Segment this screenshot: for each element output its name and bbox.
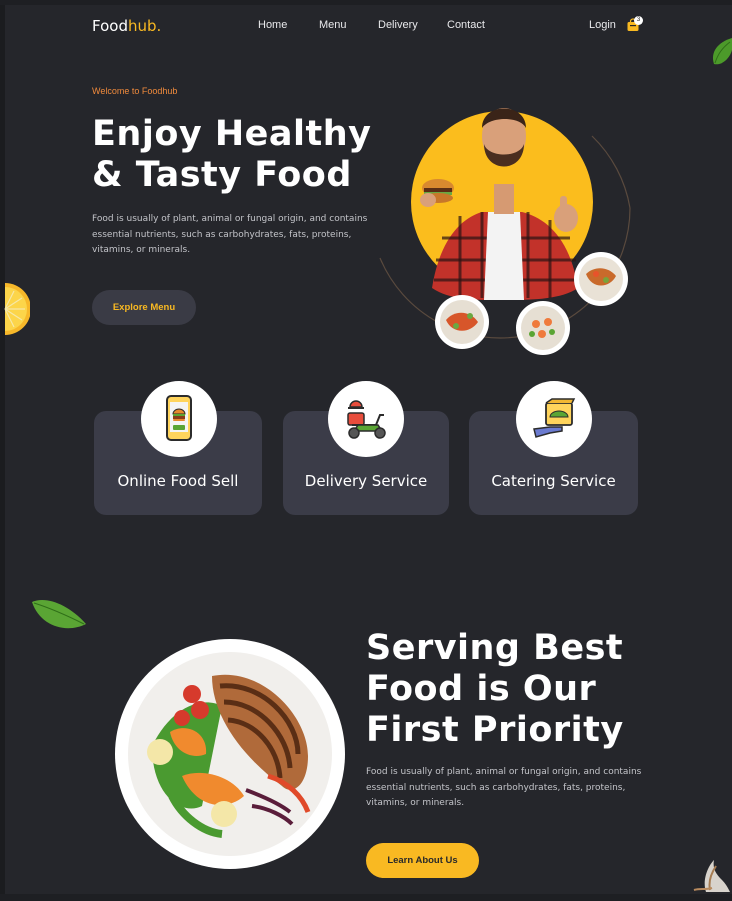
brand-logo[interactable]: Foodhub.: [92, 17, 161, 35]
sauce-splash-icon: [693, 860, 730, 892]
lemon-slice-icon: [4, 283, 30, 335]
service-icon-wrapper: [516, 381, 592, 457]
welcome-tagline: Welcome to Foodhub: [92, 86, 178, 96]
about-description: Food is usually of plant, animal or fung…: [366, 767, 642, 808]
cart-count-badge: 3: [634, 16, 643, 25]
nav-link-delivery[interactable]: Delivery: [378, 19, 418, 31]
brand-name-main: Food: [92, 17, 128, 35]
hero-title: Enjoy Healthy & Tasty Food: [92, 114, 392, 196]
food-box-hand-icon: [533, 398, 576, 438]
service-icon-wrapper: [141, 381, 217, 457]
about-title-line-2: Food is Our: [366, 669, 597, 709]
hero-chef-illustration: [379, 108, 631, 355]
service-title: Delivery Service: [304, 472, 428, 490]
basil-leaf-icon: [32, 600, 86, 629]
hero-title-line-2: & Tasty Food: [92, 155, 352, 195]
service-icon-wrapper: [328, 381, 404, 457]
about-title-line-1: Serving Best: [366, 628, 624, 668]
brand-name-accent: hub.: [127, 17, 162, 35]
explore-menu-button[interactable]: Explore Menu: [92, 290, 196, 325]
left-frame-strip: [0, 0, 5, 901]
top-frame-strip: [0, 0, 732, 5]
learn-about-us-button[interactable]: Learn About Us: [366, 843, 479, 878]
hero-title-line-1: Enjoy Healthy: [92, 114, 372, 154]
nav-link-menu[interactable]: Menu: [319, 19, 347, 31]
login-link[interactable]: Login: [589, 19, 616, 31]
about-title: Serving Best Food is Our First Priority: [366, 628, 686, 751]
phone-burger-icon: [166, 395, 192, 441]
about-title-line-3: First Priority: [366, 710, 624, 750]
bottom-frame-strip: [0, 894, 732, 901]
service-title: Catering Service: [491, 472, 616, 490]
scooter-delivery-icon: [347, 400, 386, 439]
nav-link-home[interactable]: Home: [258, 19, 287, 31]
grilled-chicken-plate-image: [115, 639, 345, 869]
service-title: Online Food Sell: [117, 472, 239, 490]
hero-description: Food is usually of plant, animal or fung…: [92, 214, 368, 255]
basil-leaf-icon: [712, 38, 732, 65]
nav-link-contact[interactable]: Contact: [447, 19, 485, 31]
